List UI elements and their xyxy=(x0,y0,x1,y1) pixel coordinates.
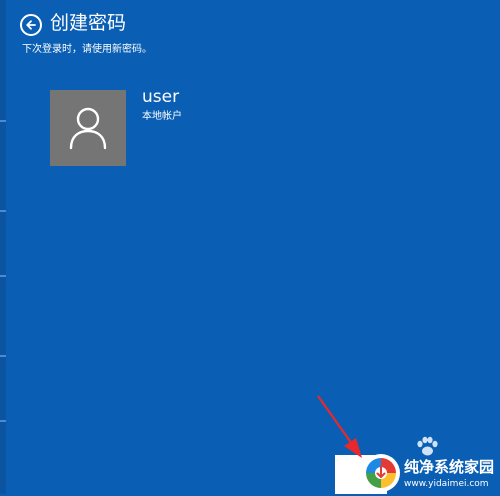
user-name: user xyxy=(142,87,180,107)
watermark-url: www.yidaimei.com xyxy=(404,479,489,489)
window-left-edge xyxy=(0,0,6,494)
edge-tick xyxy=(0,210,6,212)
edge-tick xyxy=(0,120,6,122)
watermark-site-name: 纯净系统家园 xyxy=(404,458,495,476)
annotation-arrow xyxy=(317,395,362,458)
page-title: 创建密码 xyxy=(50,12,127,34)
back-button[interactable] xyxy=(20,14,42,36)
edge-tick xyxy=(0,275,6,277)
user-silhouette-icon xyxy=(69,107,107,150)
edge-tick xyxy=(0,355,6,357)
account-type: 本地帐户 xyxy=(142,111,182,122)
back-arrow-icon xyxy=(26,20,36,30)
watermark-logo xyxy=(362,454,400,492)
edge-tick xyxy=(0,420,6,422)
watermark-logo-icon xyxy=(366,458,396,488)
avatar xyxy=(50,90,126,166)
page-subtitle: 下次登录时，请使用新密码。 xyxy=(22,44,152,55)
watermark: 纯净系统家园 www.yidaimei.com xyxy=(360,452,500,494)
